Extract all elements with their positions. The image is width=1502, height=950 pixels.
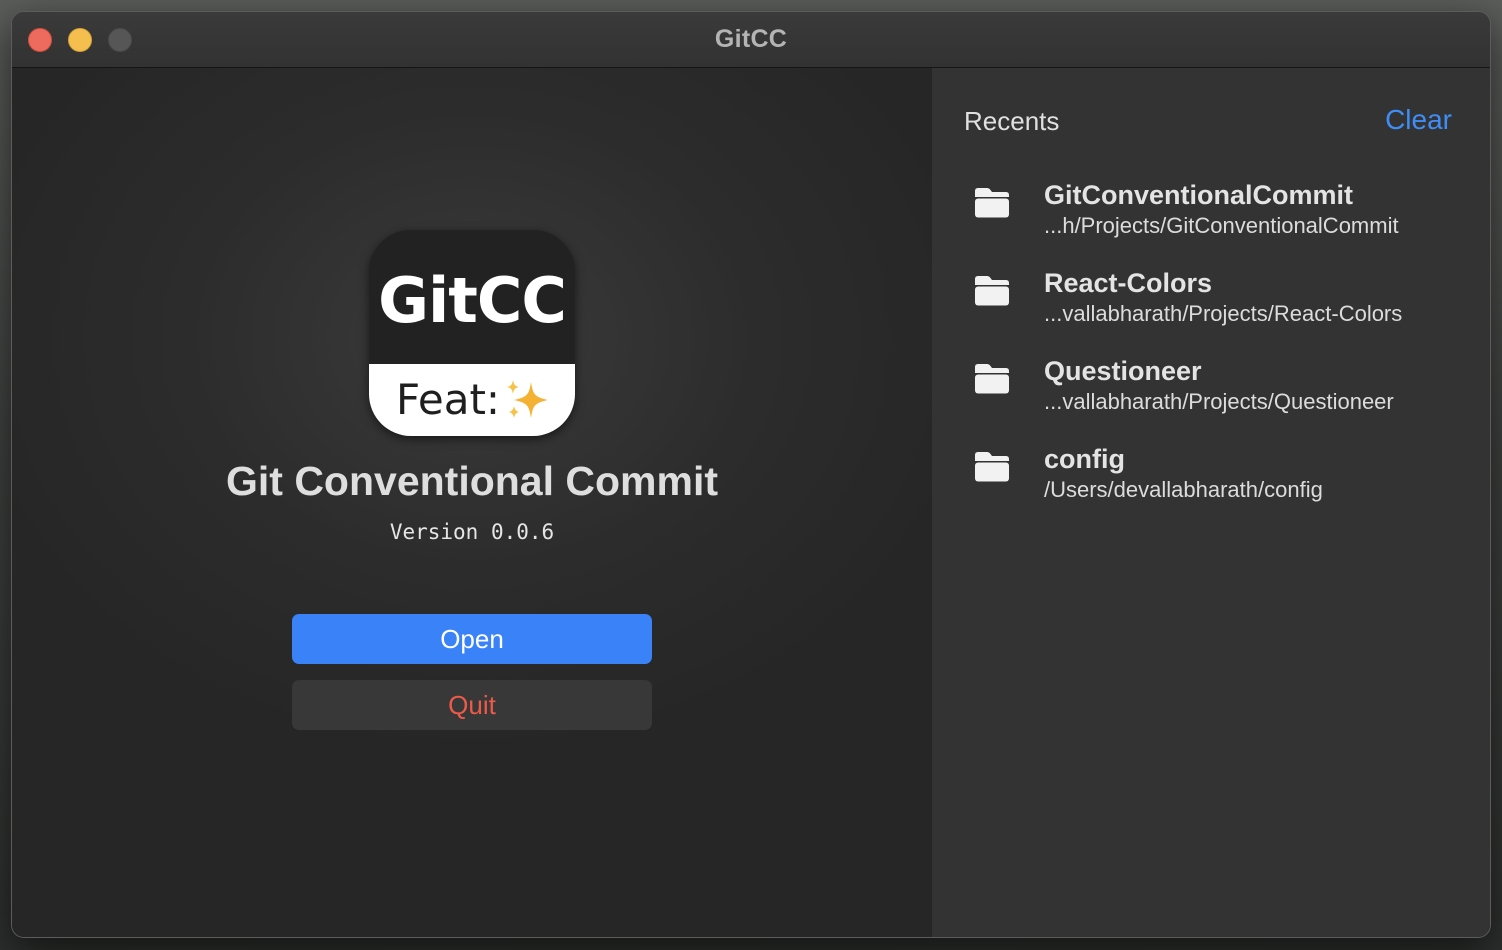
recent-item-path: /Users/devallabharath/config — [1044, 477, 1323, 502]
window-title: GitCC — [714, 25, 788, 53]
app-icon-subtitle: Feat: — [396, 375, 501, 424]
recent-item-path: ...vallabharath/Projects/Questioneer — [1044, 389, 1394, 414]
sparkles-icon — [507, 380, 548, 418]
open-button[interactable]: Open — [292, 614, 652, 664]
recent-item-path: ...vallabharath/Projects/React-Colors — [1044, 301, 1403, 326]
recent-item-name: config — [1044, 444, 1125, 474]
recent-item[interactable]: React-Colors ...vallabharath/Projects/Re… — [932, 256, 1490, 344]
folder-icon — [975, 452, 1009, 482]
recent-item-name: React-Colors — [1044, 268, 1213, 298]
app-name: Git Conventional Commit — [226, 458, 718, 504]
recent-item-path: ...h/Projects/GitConventionalCommit — [1044, 213, 1399, 238]
recent-item-name: GitConventionalCommit — [1044, 180, 1353, 210]
title-bar[interactable]: GitCC — [12, 12, 1490, 68]
app-icon-title: GitCC — [378, 264, 567, 337]
quit-button[interactable]: Quit — [292, 680, 652, 730]
app-window: GitCC GitCC Feat: Git Conventional Commi… — [12, 12, 1490, 937]
folder-icon — [975, 364, 1009, 394]
recents-list: GitConventionalCommit ...h/Projects/GitC… — [932, 168, 1490, 520]
folder-icon — [975, 276, 1009, 306]
recent-item[interactable]: GitConventionalCommit ...h/Projects/GitC… — [932, 168, 1490, 256]
recents-sidebar: Recents Clear GitConventionalCommit ...h… — [932, 68, 1490, 937]
folder-icon — [975, 188, 1009, 218]
app-icon: GitCC Feat: — [369, 230, 575, 436]
recent-item[interactable]: config /Users/devallabharath/config — [932, 432, 1490, 520]
welcome-pane: GitCC Feat: Git Conventional Commit Vers… — [12, 68, 932, 937]
app-version: Version 0.0.6 — [389, 520, 555, 544]
recent-item[interactable]: Questioneer ...vallabharath/Projects/Que… — [932, 344, 1490, 432]
recents-heading: Recents — [964, 106, 1060, 136]
clear-recents-button[interactable]: Clear — [1385, 104, 1452, 136]
recent-item-name: Questioneer — [1044, 356, 1202, 386]
